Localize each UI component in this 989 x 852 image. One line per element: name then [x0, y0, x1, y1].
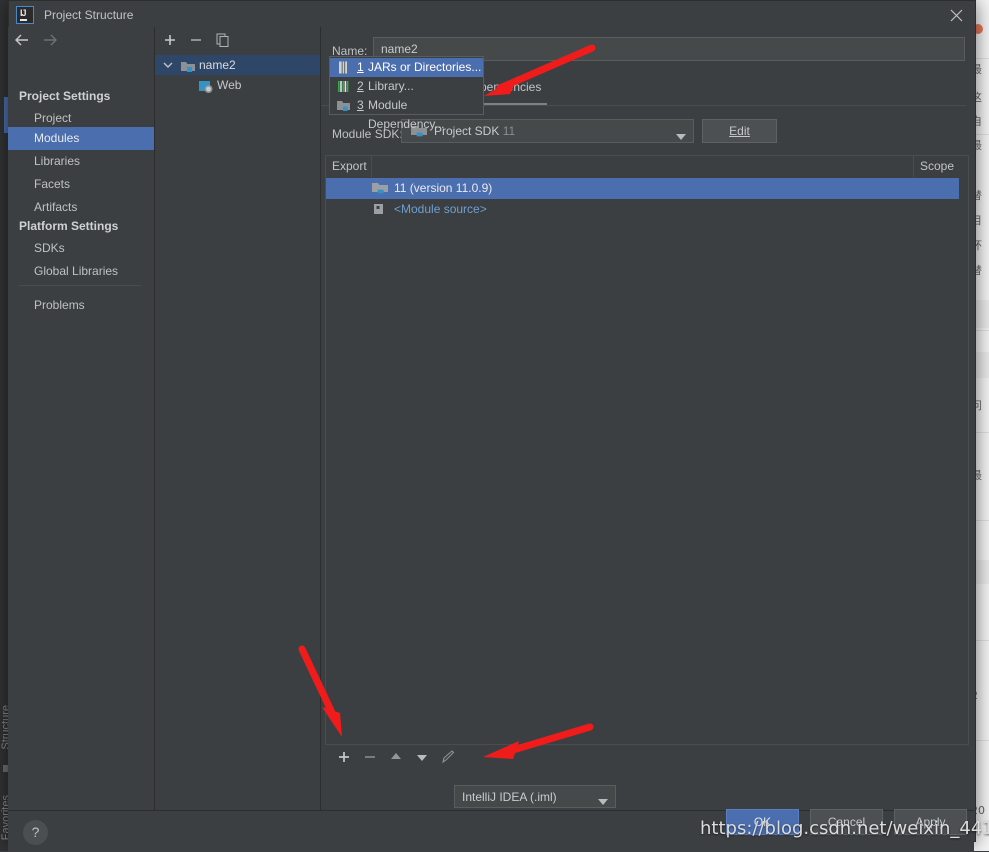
module-source-icon	[372, 203, 388, 224]
dependencies-table: Export Scope 11 (version 11.0.9) <Module…	[325, 155, 969, 745]
settings-group-header: Project Settings	[19, 89, 110, 103]
menu-item-label: JARs or Directories...	[368, 58, 481, 77]
sidebar-item-libraries[interactable]: Libraries	[8, 150, 154, 173]
column-header-scope[interactable]: Scope	[913, 156, 968, 177]
menu-item-jars-or-directories[interactable]: 1 JARs or Directories...	[330, 58, 483, 77]
copy-module-button[interactable]	[213, 31, 235, 51]
table-row[interactable]: 11 (version 11.0.9)	[326, 178, 968, 199]
dependencies-format-select[interactable]: IntelliJ IDEA (.iml)	[454, 785, 616, 808]
chevron-down-icon[interactable]	[676, 130, 686, 144]
module-tree-toolbar	[155, 27, 320, 56]
chevron-down-icon[interactable]	[598, 795, 608, 809]
remove-dependency-button[interactable]	[360, 748, 382, 768]
column-header-export[interactable]: Export	[326, 156, 372, 177]
column-header-name[interactable]	[372, 156, 914, 177]
sidebar-item-facets[interactable]: Facets	[8, 173, 154, 196]
tree-node-label: Web	[217, 75, 241, 95]
menu-item-module-dependency[interactable]: 3 Module Dependency...	[330, 96, 483, 115]
sidebar-item-problems[interactable]: Problems	[8, 294, 154, 317]
dependency-name: <Module source>	[394, 199, 487, 220]
background-browser-page: 最 这 自 最 替 目 环 替 问 最 2 20	[974, 0, 989, 851]
sidebar-item-sdks[interactable]: SDKs	[8, 237, 154, 260]
sidebar-item-modules[interactable]: Modules	[8, 127, 154, 150]
sidebar-item-global-libraries[interactable]: Global Libraries	[8, 260, 154, 283]
dependencies-format-value: IntelliJ IDEA (.iml)	[462, 790, 557, 804]
add-dependency-button[interactable]	[334, 748, 356, 768]
menu-item-mnemonic: 2	[357, 77, 364, 96]
dependencies-table-scrollbar[interactable]	[959, 178, 968, 744]
table-row[interactable]: <Module source>	[326, 199, 968, 220]
sidebar-item-artifacts[interactable]: Artifacts	[8, 196, 154, 219]
dependencies-toolbar	[325, 745, 969, 771]
module-editor-panel: Name: name2 Sources Paths Dependencies M…	[321, 27, 966, 810]
watermark-text: https://blog.csdn.net/weixin_44197120	[700, 818, 989, 839]
arrow-right-icon[interactable]	[41, 32, 63, 52]
menu-item-label: Library...	[368, 77, 414, 96]
settings-navigation-panel: Project Settings Project Modules Librari…	[8, 27, 155, 810]
move-down-button[interactable]	[412, 748, 434, 768]
add-module-button[interactable]	[160, 31, 182, 51]
dependencies-table-header: Export Scope	[326, 156, 968, 179]
edit-dependency-button[interactable]	[438, 748, 460, 768]
dialog-title-bar: IJ Project Structure	[9, 1, 975, 28]
add-dependency-popup-menu: 1 JARs or Directories... 2 Library...	[329, 56, 484, 115]
settings-group-header: Platform Settings	[19, 219, 118, 233]
navigation-arrows	[8, 27, 154, 56]
dependency-name: 11 (version 11.0.9)	[394, 178, 492, 199]
web-facet-icon	[199, 79, 213, 99]
module-tree-panel: name2 Web	[155, 27, 321, 810]
menu-item-label: Module Dependency...	[368, 96, 483, 134]
tree-node-label: name2	[199, 55, 236, 75]
tree-node-name2[interactable]: name2	[155, 55, 320, 75]
module-folder-icon	[337, 99, 350, 118]
dialog-title: Project Structure	[44, 8, 133, 22]
arrow-left-icon[interactable]	[14, 32, 36, 52]
edit-sdk-button[interactable]: Edit	[702, 119, 777, 143]
intellij-idea-icon: IJ	[16, 6, 34, 24]
menu-item-mnemonic: 1	[357, 58, 364, 77]
move-up-button[interactable]	[386, 748, 408, 768]
question-mark-icon[interactable]: ?	[23, 820, 48, 845]
menu-item-mnemonic: 3	[357, 96, 364, 115]
tree-node-web[interactable]: Web	[155, 75, 320, 95]
remove-module-button[interactable]	[186, 31, 208, 51]
sidebar-divider	[19, 285, 141, 286]
close-icon[interactable]	[944, 4, 968, 26]
menu-item-library[interactable]: 2 Library...	[330, 77, 483, 96]
